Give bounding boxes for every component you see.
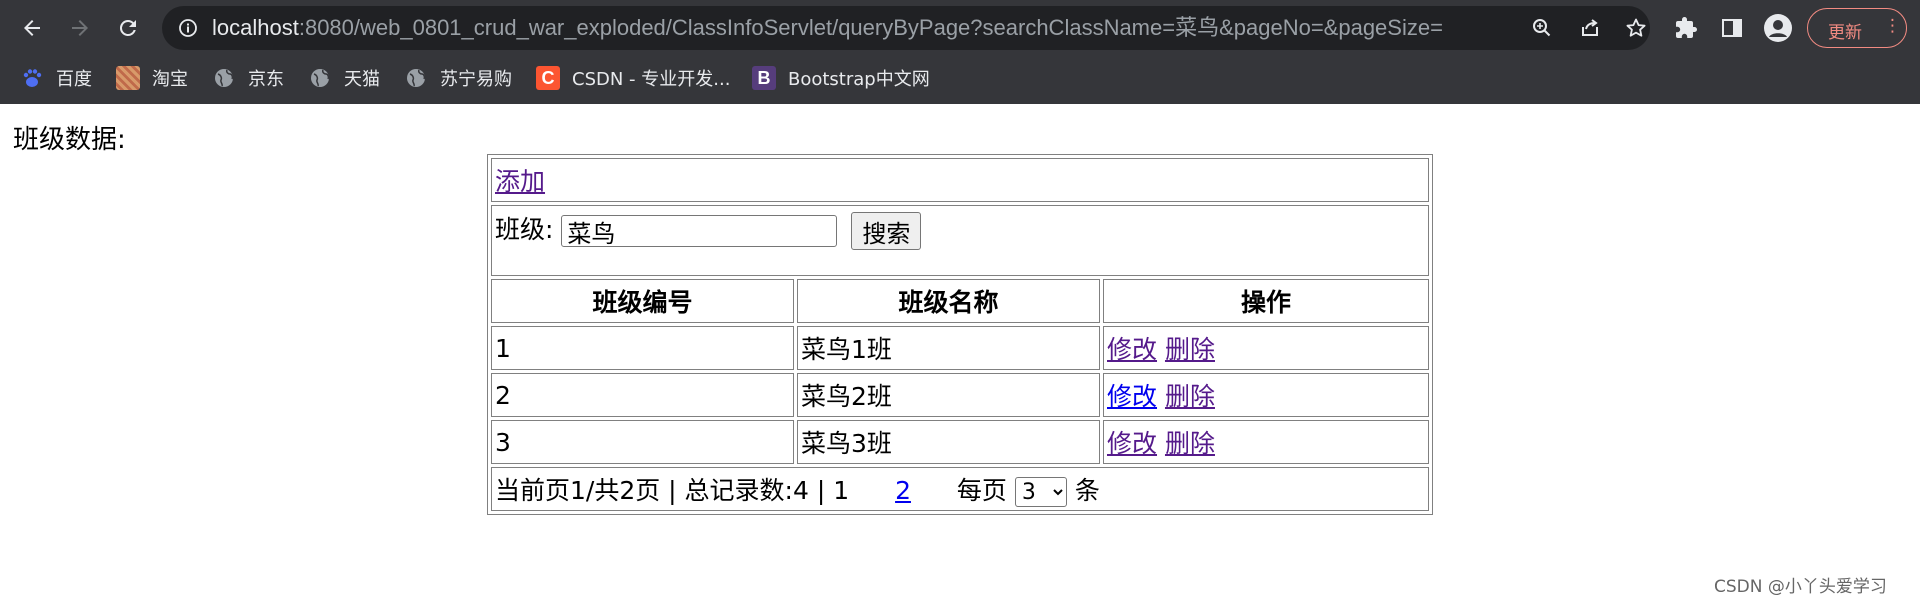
arrow-right-icon bbox=[72, 20, 88, 36]
table-header-row: 班级编号 班级名称 操作 bbox=[491, 279, 1429, 323]
menu-dots-icon[interactable]: ⋮ bbox=[1884, 16, 1901, 36]
cell-actions: 修改 删除 bbox=[1103, 373, 1429, 417]
add-cell: 添加 bbox=[491, 158, 1429, 202]
url-host: localhost bbox=[212, 15, 299, 40]
per-page-label: 每页 bbox=[956, 476, 1007, 505]
search-input[interactable] bbox=[561, 215, 838, 247]
cell-class-name: 菜鸟3班 bbox=[797, 420, 1100, 464]
bookmark-label: 京东 bbox=[248, 69, 284, 90]
table-row: 3 菜鸟3班 修改 删除 bbox=[491, 420, 1429, 464]
pagination-row: 当前页1/共2页 | 总记录数:4 | 1 2 每页 3 条 bbox=[491, 467, 1429, 511]
site-info-icon[interactable] bbox=[176, 16, 200, 40]
globe-icon bbox=[308, 66, 332, 90]
bookmarks-bar: 百度 淘宝 京东 天猫 苏宁易购 C CSDN - 专业开发... B Boot… bbox=[0, 56, 1920, 104]
zoom-icon[interactable] bbox=[1528, 14, 1556, 42]
cell-class-name: 菜鸟1班 bbox=[797, 326, 1100, 370]
search-label: 班级: bbox=[495, 215, 554, 244]
profile-button[interactable] bbox=[1760, 10, 1796, 46]
baidu-icon bbox=[20, 66, 44, 90]
browser-chrome: localhost:8080/web_0801_crud_war_explode… bbox=[0, 0, 1920, 104]
page-2-link[interactable]: 2 bbox=[895, 476, 911, 505]
cell-actions: 修改 删除 bbox=[1103, 326, 1429, 370]
taobao-icon bbox=[116, 66, 140, 90]
cell-class-name: 菜鸟2班 bbox=[797, 373, 1100, 417]
back-button[interactable] bbox=[14, 10, 50, 46]
edit-link[interactable]: 修改 bbox=[1107, 429, 1157, 458]
header-class-id: 班级编号 bbox=[491, 279, 794, 323]
bookmark-label: 天猫 bbox=[344, 69, 380, 90]
cell-class-id: 2 bbox=[491, 373, 794, 417]
reload-icon bbox=[119, 19, 136, 36]
cell-class-id: 3 bbox=[491, 420, 794, 464]
bookmark-label: CSDN - 专业开发... bbox=[572, 69, 731, 90]
header-class-name: 班级名称 bbox=[797, 279, 1100, 323]
bookmark-jd[interactable]: 京东 bbox=[212, 56, 284, 100]
watermark: CSDN @小丫头爱学习 bbox=[1714, 577, 1887, 597]
extensions-button[interactable] bbox=[1668, 10, 1704, 46]
address-bar[interactable]: localhost:8080/web_0801_crud_war_explode… bbox=[162, 6, 1650, 50]
edit-link[interactable]: 修改 bbox=[1107, 335, 1157, 364]
search-button[interactable]: 搜索 bbox=[851, 212, 922, 250]
bookmark-suning[interactable]: 苏宁易购 bbox=[404, 56, 512, 100]
delete-link[interactable]: 删除 bbox=[1165, 382, 1215, 411]
search-row: 班级: 搜索 bbox=[491, 205, 1429, 276]
add-row: 添加 bbox=[491, 158, 1429, 202]
page-size-select[interactable]: 3 bbox=[1014, 477, 1067, 507]
per-page-unit: 条 bbox=[1074, 476, 1100, 505]
share-icon[interactable] bbox=[1576, 14, 1604, 42]
edit-link[interactable]: 修改 bbox=[1107, 382, 1157, 411]
pagination-info: 当前页1/共2页 | 总记录数:4 | 1 bbox=[495, 476, 850, 505]
delete-link[interactable]: 删除 bbox=[1165, 429, 1215, 458]
side-panel-button[interactable] bbox=[1714, 10, 1750, 46]
add-link[interactable]: 添加 bbox=[495, 167, 545, 196]
page-title: 班级数据: bbox=[13, 125, 126, 155]
bookmark-star-icon[interactable] bbox=[1622, 14, 1650, 42]
avatar-icon bbox=[1764, 14, 1792, 42]
table-row: 2 菜鸟2班 修改 删除 bbox=[491, 373, 1429, 417]
update-label: 更新 bbox=[1828, 23, 1862, 43]
bookmark-label: 苏宁易购 bbox=[440, 69, 512, 90]
forward-button[interactable] bbox=[62, 10, 98, 46]
browser-toolbar: localhost:8080/web_0801_crud_war_explode… bbox=[0, 0, 1920, 56]
bookmark-csdn[interactable]: C CSDN - 专业开发... bbox=[536, 56, 730, 100]
bootstrap-icon: B bbox=[752, 66, 776, 90]
class-table: 添加 班级: 搜索 班级编号 班级名称 操作 1 菜鸟1班 修改 删除 2 菜鸟… bbox=[487, 154, 1433, 515]
arrow-left-icon bbox=[24, 20, 40, 36]
bookmark-bootstrap[interactable]: B Bootstrap中文网 bbox=[752, 56, 930, 100]
update-button[interactable]: 更新 ⋮ bbox=[1807, 8, 1907, 48]
cell-class-id: 1 bbox=[491, 326, 794, 370]
pagination-cell: 当前页1/共2页 | 总记录数:4 | 1 2 每页 3 条 bbox=[491, 467, 1429, 511]
puzzle-icon bbox=[1676, 17, 1697, 38]
bookmark-tmall[interactable]: 天猫 bbox=[308, 56, 380, 100]
bookmark-baidu[interactable]: 百度 bbox=[20, 56, 92, 100]
reload-button[interactable] bbox=[110, 10, 146, 46]
globe-icon bbox=[212, 66, 236, 90]
cell-actions: 修改 删除 bbox=[1103, 420, 1429, 464]
delete-link[interactable]: 删除 bbox=[1165, 335, 1215, 364]
search-cell: 班级: 搜索 bbox=[491, 205, 1429, 276]
table-row: 1 菜鸟1班 修改 删除 bbox=[491, 326, 1429, 370]
url-path: :8080/web_0801_crud_war_exploded/ClassIn… bbox=[298, 15, 1443, 40]
bookmark-taobao[interactable]: 淘宝 bbox=[116, 56, 188, 100]
bookmark-label: 淘宝 bbox=[152, 69, 188, 90]
globe-icon bbox=[404, 66, 428, 90]
csdn-icon: C bbox=[536, 66, 560, 90]
header-actions: 操作 bbox=[1103, 279, 1429, 323]
bookmark-label: Bootstrap中文网 bbox=[788, 69, 930, 90]
url-text: localhost:8080/web_0801_crud_war_explode… bbox=[212, 6, 1443, 50]
side-panel-icon bbox=[1722, 19, 1742, 37]
bookmark-label: 百度 bbox=[56, 69, 92, 90]
